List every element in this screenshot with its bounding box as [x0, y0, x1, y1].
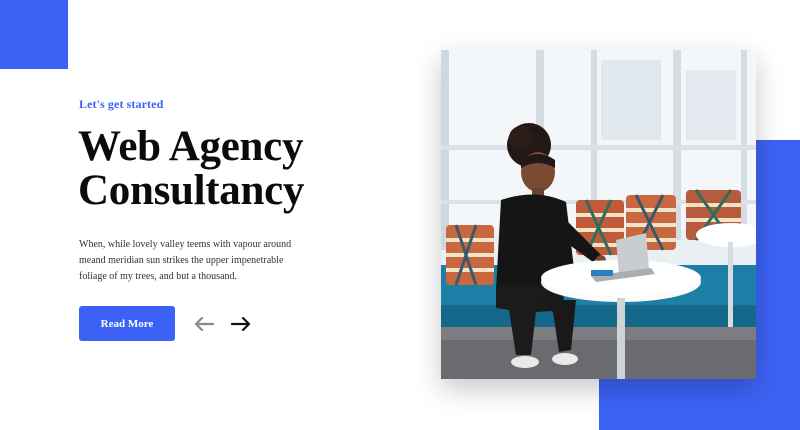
hero-photo [441, 50, 756, 379]
previous-slide-button[interactable] [192, 312, 216, 336]
next-slide-button[interactable] [229, 312, 253, 336]
decorative-corner-block [0, 0, 68, 69]
hero-title-line-2: Consultancy [78, 167, 305, 214]
eyebrow-text: Let's get started [79, 97, 164, 111]
read-more-button[interactable]: Read More [79, 306, 175, 341]
hero-description: When, while lovely valley teems with vap… [79, 239, 292, 282]
arrow-left-icon [194, 317, 214, 331]
arrow-right-icon [231, 317, 251, 331]
woman-working-on-laptop-photo [441, 50, 756, 379]
hero-title-line-1: Web Agency [78, 123, 304, 170]
hero-title: Web Agency Consultancy [78, 125, 304, 213]
